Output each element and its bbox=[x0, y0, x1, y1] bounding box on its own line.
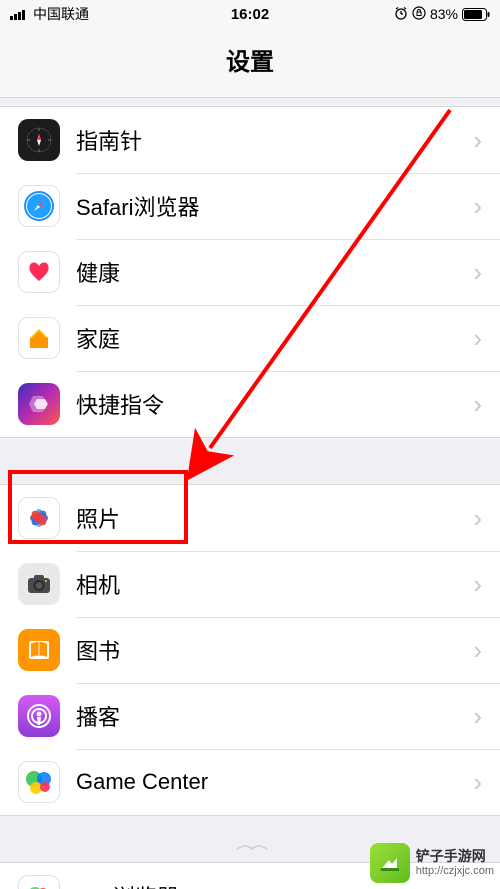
photos-icon bbox=[18, 497, 60, 539]
chevron-right-icon: › bbox=[473, 389, 482, 420]
watermark-url: http://czjxjc.com bbox=[416, 865, 494, 877]
row-safari-label: Safari浏览器 bbox=[76, 190, 473, 222]
row-camera-label: 相机 bbox=[76, 568, 473, 600]
watermark: 铲子手游网 http://czjxjc.com bbox=[370, 843, 494, 883]
books-icon bbox=[18, 629, 60, 671]
row-shortcuts-label: 快捷指令 bbox=[76, 388, 473, 420]
row-compass-label: 指南针 bbox=[76, 124, 473, 156]
status-right: 83% bbox=[330, 6, 490, 23]
section-apple-apps-1: 指南针 › Safari浏览器 › 健康 › 家庭 › bbox=[0, 106, 500, 438]
row-health-label: 健康 bbox=[76, 256, 473, 288]
carrier-label: 中国联通 bbox=[33, 4, 89, 24]
alarm-icon bbox=[394, 6, 408, 23]
chevron-right-icon: › bbox=[473, 635, 482, 666]
row-shortcuts[interactable]: 快捷指令 › bbox=[0, 371, 500, 437]
shortcuts-icon bbox=[18, 383, 60, 425]
chevron-right-icon: › bbox=[473, 191, 482, 222]
page-title: 设置 bbox=[0, 28, 500, 98]
section-apple-apps-2: 照片 › 相机 › 图书 › 播客 › bbox=[0, 484, 500, 816]
row-books[interactable]: 图书 › bbox=[0, 617, 500, 683]
row-gamecenter[interactable]: Game Center › bbox=[0, 749, 500, 815]
chevron-right-icon: › bbox=[473, 125, 482, 156]
row-home[interactable]: 家庭 › bbox=[0, 305, 500, 371]
row-photos-label: 照片 bbox=[76, 502, 473, 534]
row-safari[interactable]: Safari浏览器 › bbox=[0, 173, 500, 239]
safari-icon bbox=[18, 185, 60, 227]
row-home-label: 家庭 bbox=[76, 322, 473, 354]
health-icon bbox=[18, 251, 60, 293]
chevron-right-icon: › bbox=[473, 503, 482, 534]
battery-icon bbox=[462, 8, 490, 21]
chevron-right-icon: › bbox=[473, 767, 482, 798]
360-icon bbox=[18, 875, 60, 889]
row-gamecenter-label: Game Center bbox=[76, 769, 473, 795]
chevron-right-icon: › bbox=[473, 257, 482, 288]
camera-icon bbox=[18, 563, 60, 605]
battery-percent: 83% bbox=[430, 6, 458, 22]
row-podcasts[interactable]: 播客 › bbox=[0, 683, 500, 749]
status-bar: 中国联通 16:02 83% bbox=[0, 0, 500, 28]
row-books-label: 图书 bbox=[76, 634, 473, 666]
chevron-right-icon: › bbox=[473, 569, 482, 600]
chevron-right-icon: › bbox=[473, 701, 482, 732]
home-icon bbox=[18, 317, 60, 359]
gamecenter-icon bbox=[18, 761, 60, 803]
chevron-right-icon: › bbox=[473, 323, 482, 354]
row-health[interactable]: 健康 › bbox=[0, 239, 500, 305]
watermark-name: 铲子手游网 bbox=[416, 849, 494, 864]
status-left: 中国联通 bbox=[10, 4, 170, 24]
row-podcasts-label: 播客 bbox=[76, 700, 473, 732]
podcasts-icon bbox=[18, 695, 60, 737]
row-photos[interactable]: 照片 › bbox=[0, 485, 500, 551]
row-camera[interactable]: 相机 › bbox=[0, 551, 500, 617]
watermark-logo-icon bbox=[370, 843, 410, 883]
compass-icon bbox=[18, 119, 60, 161]
status-time: 16:02 bbox=[170, 6, 330, 23]
orientation-lock-icon bbox=[412, 6, 426, 23]
settings-list: 指南针 › Safari浏览器 › 健康 › 家庭 › bbox=[0, 98, 500, 889]
signal-icon bbox=[10, 8, 28, 20]
row-compass[interactable]: 指南针 › bbox=[0, 107, 500, 173]
